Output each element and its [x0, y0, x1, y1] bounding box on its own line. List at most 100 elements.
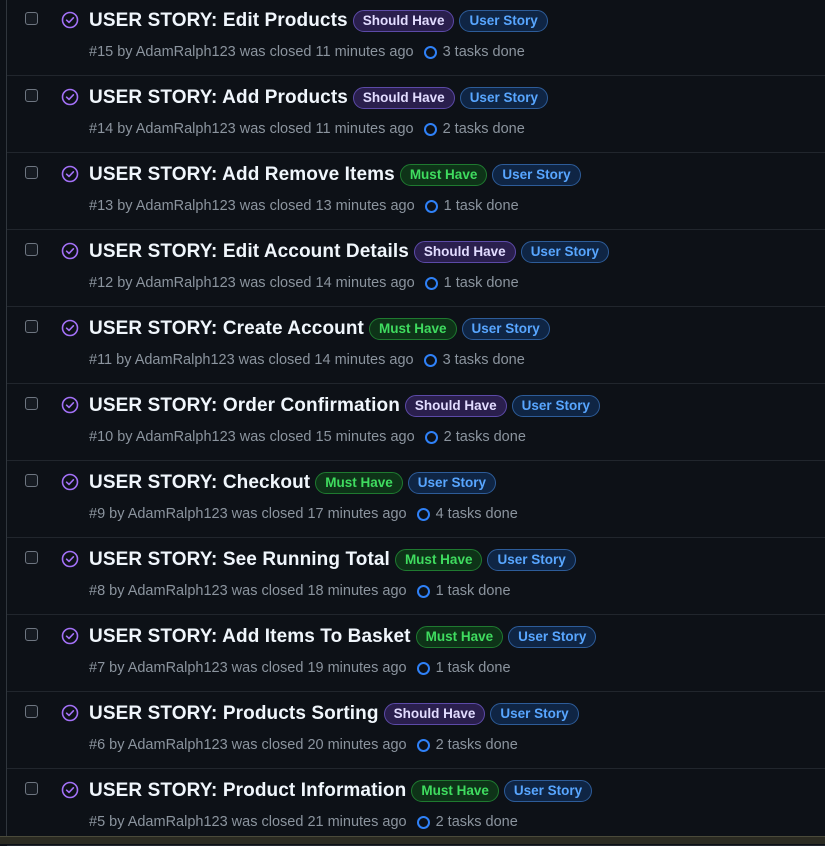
closed-issue-check-icon	[61, 627, 79, 645]
issue-meta-text: #14 by AdamRalph123 was closed 11 minute…	[89, 121, 414, 137]
priority-label[interactable]: Must Have	[411, 780, 499, 802]
user-story-label[interactable]: User Story	[487, 549, 576, 571]
issue-title-link[interactable]: USER STORY: Add Items To Basket	[89, 626, 411, 648]
issue-meta: #8 by AdamRalph123 was closed 18 minutes…	[89, 583, 511, 599]
issue-row[interactable]: USER STORY: Create Account Must Have Use…	[7, 307, 825, 384]
issue-title-link[interactable]: USER STORY: Products Sorting	[89, 703, 379, 725]
user-story-label[interactable]: User Story	[511, 395, 600, 417]
issue-meta-text: #5 by AdamRalph123 was closed 21 minutes…	[89, 814, 407, 830]
user-story-label[interactable]: User Story	[407, 472, 497, 494]
select-checkbox[interactable]	[25, 397, 38, 410]
select-checkbox[interactable]	[25, 551, 38, 564]
tasks-done-text: 3 tasks done	[442, 352, 525, 368]
tasks-done-text: 2 tasks done	[435, 737, 518, 753]
issue-meta: #14 by AdamRalph123 was closed 11 minute…	[89, 121, 525, 137]
issue-meta: #9 by AdamRalph123 was closed 17 minutes…	[89, 506, 518, 522]
issue-title-link[interactable]: USER STORY: Edit Account Details	[89, 241, 409, 263]
issue-row[interactable]: USER STORY: Add Products Should Have Use…	[7, 76, 825, 153]
issue-row[interactable]: USER STORY: Edit Account Details Should …	[7, 230, 825, 307]
issue-meta: #5 by AdamRalph123 was closed 21 minutes…	[89, 814, 518, 830]
issue-list: USER STORY: Edit Products Should Have Us…	[7, 0, 825, 846]
issue-title-link[interactable]: USER STORY: Add Remove Items	[89, 164, 395, 186]
issue-meta-text: #12 by AdamRalph123 was closed 14 minute…	[89, 275, 415, 291]
priority-label[interactable]: Should Have	[404, 395, 507, 417]
task-progress-ring-icon	[424, 276, 438, 290]
task-progress-ring-icon	[416, 584, 430, 598]
select-checkbox[interactable]	[25, 166, 38, 179]
select-checkbox[interactable]	[25, 12, 38, 25]
task-progress-ring-icon	[416, 815, 430, 829]
user-story-label[interactable]: User Story	[492, 164, 581, 186]
tasks-done-text: 1 task done	[435, 583, 511, 599]
closed-issue-check-icon	[61, 473, 79, 491]
task-progress-ring-icon	[424, 199, 438, 213]
user-story-label[interactable]: User Story	[503, 780, 593, 802]
issue-meta-text: #13 by AdamRalph123 was closed 13 minute…	[89, 198, 415, 214]
issue-row[interactable]: USER STORY: Checkout Must Have User Stor…	[7, 461, 825, 538]
issue-meta-text: #10 by AdamRalph123 was closed 15 minute…	[89, 429, 415, 445]
tasks-done-text: 4 tasks done	[435, 506, 518, 522]
task-progress-ring-icon	[423, 353, 437, 367]
priority-label[interactable]: Should Have	[413, 241, 516, 263]
issue-title-line: USER STORY: Order Confirmation Should Ha…	[89, 395, 600, 417]
select-checkbox[interactable]	[25, 89, 38, 102]
issue-row[interactable]: USER STORY: Order Confirmation Should Ha…	[7, 384, 825, 461]
user-story-label[interactable]: User Story	[508, 626, 597, 648]
issue-title-line: USER STORY: Edit Account Details Should …	[89, 241, 609, 263]
user-story-label[interactable]: User Story	[520, 241, 609, 263]
closed-issue-check-icon	[61, 165, 79, 183]
issue-row[interactable]: USER STORY: Edit Products Should Have Us…	[7, 0, 825, 76]
issue-title-link[interactable]: USER STORY: Create Account	[89, 318, 364, 340]
user-story-label[interactable]: User Story	[461, 318, 550, 340]
issue-row[interactable]: USER STORY: Add Items To Basket Must Hav…	[7, 615, 825, 692]
select-checkbox[interactable]	[25, 474, 38, 487]
issue-title-line: USER STORY: Product Information Must Hav…	[89, 780, 593, 802]
tasks-done-text: 1 task done	[435, 660, 511, 676]
issue-title-link[interactable]: USER STORY: Edit Products	[89, 10, 348, 32]
task-progress-ring-icon	[416, 738, 430, 752]
issue-title-link[interactable]: USER STORY: See Running Total	[89, 549, 390, 571]
task-progress-ring-icon	[424, 430, 438, 444]
closed-issue-check-icon	[61, 550, 79, 568]
priority-label[interactable]: Must Have	[394, 549, 483, 571]
bottom-bar	[0, 836, 825, 844]
closed-issue-check-icon	[61, 242, 79, 260]
issue-title-link[interactable]: USER STORY: Product Information	[89, 780, 406, 802]
left-border	[0, 0, 7, 844]
user-story-label[interactable]: User Story	[459, 87, 548, 109]
issue-meta: #12 by AdamRalph123 was closed 14 minute…	[89, 275, 519, 291]
select-checkbox[interactable]	[25, 243, 38, 256]
issue-row[interactable]: USER STORY: Products Sorting Should Have…	[7, 692, 825, 769]
issue-title-link[interactable]: USER STORY: Checkout	[89, 472, 310, 494]
select-checkbox[interactable]	[25, 705, 38, 718]
select-checkbox[interactable]	[25, 628, 38, 641]
priority-label[interactable]: Must Have	[399, 164, 488, 186]
user-story-label[interactable]: User Story	[459, 10, 548, 32]
issue-title-line: USER STORY: Checkout Must Have User Stor…	[89, 472, 497, 494]
select-checkbox[interactable]	[25, 782, 38, 795]
issue-row[interactable]: USER STORY: Product Information Must Hav…	[7, 769, 825, 846]
issue-meta: #10 by AdamRalph123 was closed 15 minute…	[89, 429, 526, 445]
priority-label[interactable]: Should Have	[383, 703, 486, 725]
task-progress-ring-icon	[423, 122, 437, 136]
tasks-done-text: 1 task done	[443, 198, 519, 214]
issue-title-link[interactable]: USER STORY: Add Products	[89, 87, 348, 109]
issue-title-line: USER STORY: Edit Products Should Have Us…	[89, 10, 548, 32]
priority-label[interactable]: Must Have	[415, 626, 504, 648]
priority-label[interactable]: Must Have	[315, 472, 403, 494]
priority-label[interactable]: Must Have	[368, 318, 457, 340]
issue-row[interactable]: USER STORY: Add Remove Items Must Have U…	[7, 153, 825, 230]
issue-title-link[interactable]: USER STORY: Order Confirmation	[89, 395, 400, 417]
issue-row[interactable]: USER STORY: See Running Total Must Have …	[7, 538, 825, 615]
closed-issue-check-icon	[61, 781, 79, 799]
issue-title-line: USER STORY: Create Account Must Have Use…	[89, 318, 550, 340]
select-checkbox[interactable]	[25, 320, 38, 333]
user-story-label[interactable]: User Story	[490, 703, 579, 725]
tasks-done-text: 2 tasks done	[443, 429, 526, 445]
issue-meta-text: #7 by AdamRalph123 was closed 19 minutes…	[89, 660, 407, 676]
issue-meta: #11 by AdamRalph123 was closed 14 minute…	[89, 352, 525, 368]
priority-label[interactable]: Should Have	[352, 87, 455, 109]
closed-issue-check-icon	[61, 88, 79, 106]
task-progress-ring-icon	[416, 661, 430, 675]
priority-label[interactable]: Should Have	[352, 10, 455, 32]
